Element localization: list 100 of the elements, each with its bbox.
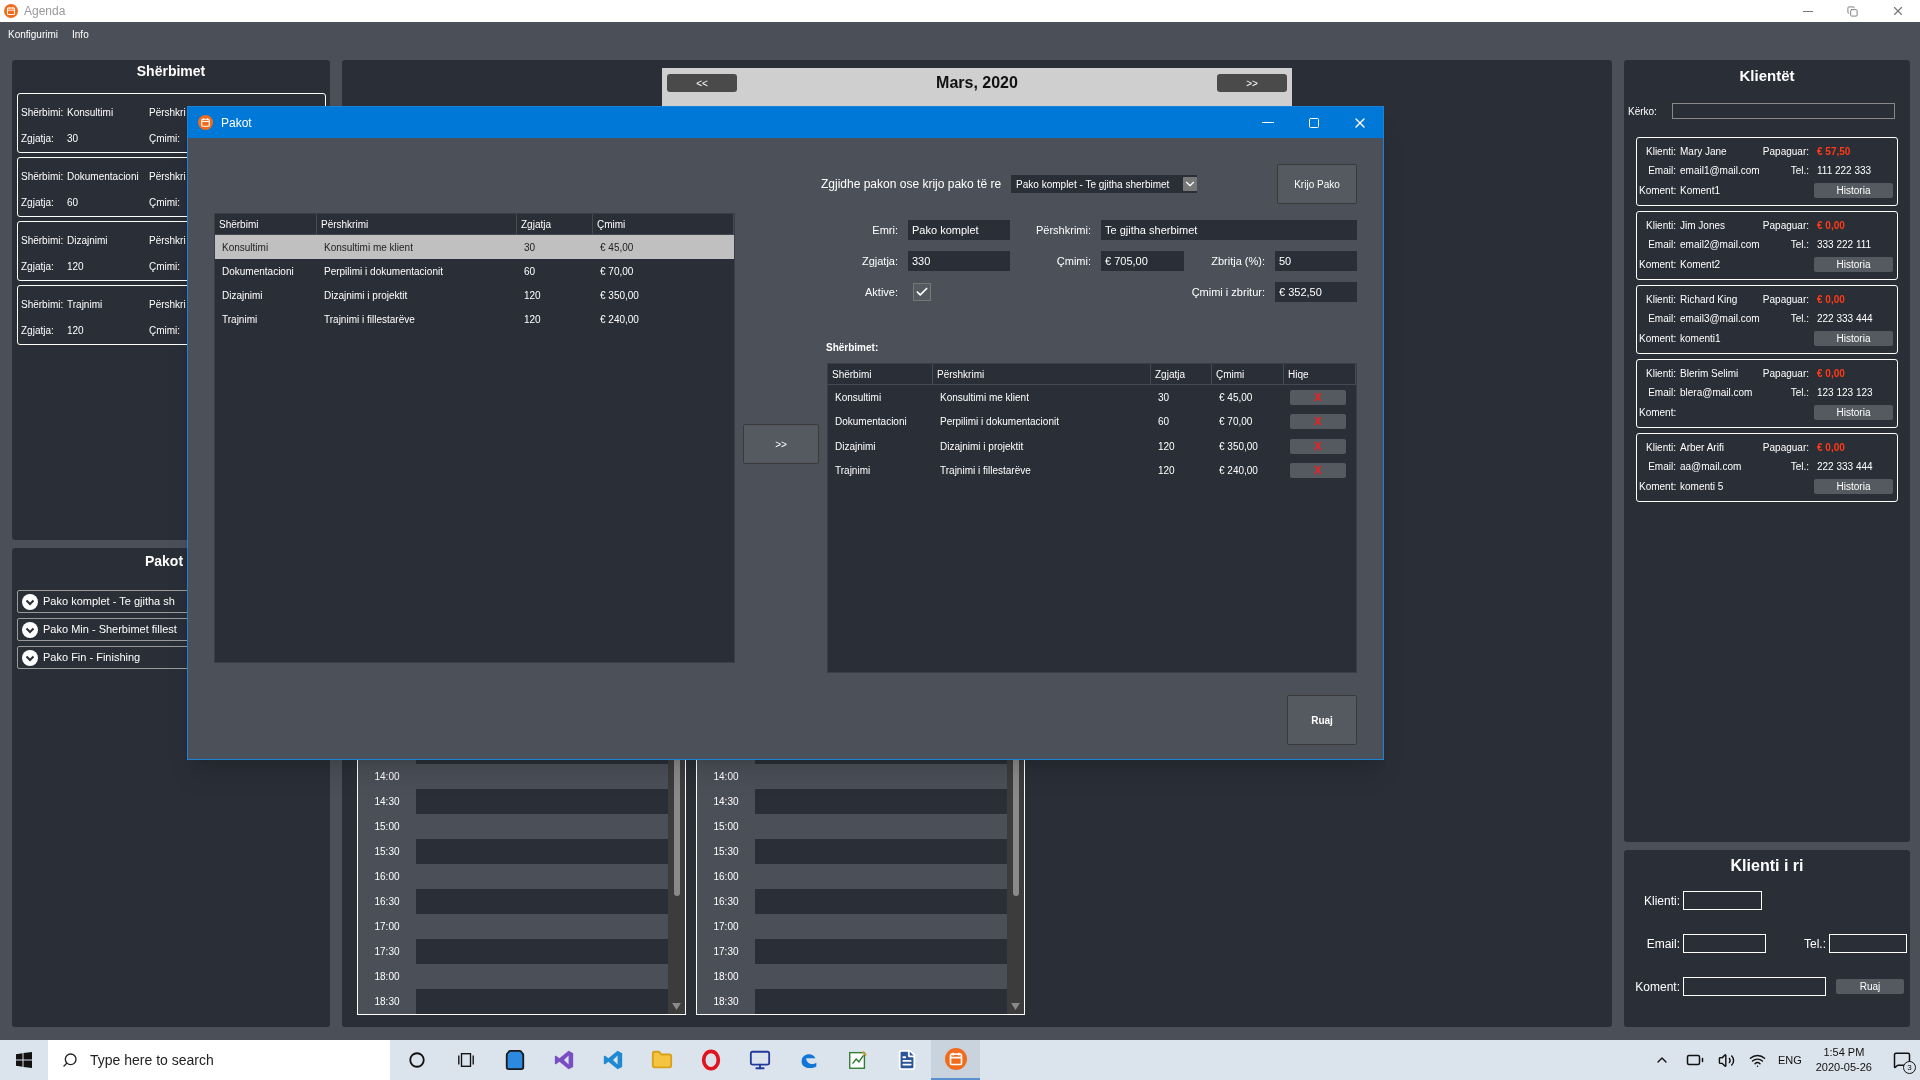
volume-icon[interactable] <box>1717 1051 1735 1069</box>
search-field[interactable]: Type here to search <box>48 1040 390 1080</box>
field-label: Shërbimi: <box>21 105 65 120</box>
table-cell-text: Konsultimi me klient <box>323 240 414 255</box>
clock[interactable]: 1:54 PM 2020-05-26 <box>1815 1045 1872 1075</box>
time-label: 18:00 <box>697 964 755 989</box>
field-label: Klienti: <box>1645 441 1676 455</box>
field-label: Email: <box>1647 312 1676 326</box>
discount-field[interactable]: 50 <box>1275 251 1357 271</box>
table-cell-text: Dokumentacioni <box>221 264 295 279</box>
notification-button[interactable]: 3 <box>1884 1040 1920 1080</box>
time-label: 18:30 <box>358 989 416 1014</box>
field-label: Koment: <box>1639 406 1676 420</box>
column-header[interactable]: Përshkrimi <box>933 364 1151 384</box>
field-value: Koment1 <box>1680 184 1721 198</box>
table-cell-text: € 45,00 <box>599 240 635 255</box>
previous-month-button[interactable]: << <box>667 74 737 92</box>
maximize-icon <box>1308 116 1320 129</box>
table-cell-text: 120 <box>523 288 542 303</box>
field-label: Papaguar: <box>1761 219 1809 233</box>
field-label: Papaguar: <box>1761 367 1809 381</box>
client-name-field[interactable] <box>1683 891 1762 910</box>
table-row[interactable]: Dizajnimi Dizajnimi i projektit 120 € 350,00 <box>215 283 734 307</box>
field-label: Përshkri <box>149 169 186 184</box>
field-label: Papaguar: <box>1761 293 1809 307</box>
history-button[interactable]: Historia <box>1814 331 1893 346</box>
column-header[interactable]: Shërbimi <box>828 364 933 384</box>
column-header[interactable]: Shërbimi <box>215 214 317 234</box>
comment-field[interactable] <box>1683 977 1826 996</box>
search-label: Kërko: <box>1628 104 1658 119</box>
field-value: 120 <box>67 259 85 274</box>
field-label: Klienti: <box>1645 219 1676 233</box>
scroll-down-icon[interactable] <box>672 1003 681 1010</box>
table-row[interactable]: Konsultimi Konsultimi me klient 30 € 45,00 <box>215 235 734 259</box>
field-label: Shërbimi: <box>21 233 65 248</box>
table-cell-text: € 350,00 <box>1218 439 1259 454</box>
time-label: 17:00 <box>358 914 416 939</box>
field-label: Papaguar: <box>1761 145 1809 159</box>
column-header[interactable]: Zgjatja <box>1151 364 1212 384</box>
table-cell-text: Konsultimi me klient <box>939 390 1030 405</box>
field-value: Blerim Selimi <box>1680 367 1740 381</box>
field-label: Koment: <box>1639 480 1676 494</box>
column-header[interactable]: Hiqe <box>1284 364 1356 384</box>
active-checkbox[interactable] <box>913 283 931 301</box>
column-header[interactable]: Çmimi <box>593 214 734 234</box>
table-cell-text: Perpilimi i dokumentacionit <box>939 415 1060 430</box>
field-label: Koment: <box>1639 332 1676 346</box>
chevron-circle-icon <box>22 649 38 666</box>
menu-item[interactable]: Info <box>65 26 96 42</box>
menu-item[interactable]: Konfigurimi <box>1 26 66 42</box>
language-indicator[interactable]: ENG <box>1777 1051 1802 1069</box>
price-field[interactable]: € 705,00 <box>1101 251 1184 271</box>
field-label: Tel.: <box>1789 460 1809 474</box>
scroll-down-icon[interactable] <box>1011 1003 1020 1010</box>
name-field[interactable]: Pako komplet <box>908 220 1010 240</box>
table-cell-text: € 70,00 <box>1218 415 1254 430</box>
history-button[interactable]: Historia <box>1814 479 1893 494</box>
table-cell-text: Perpilimi i dokumentacionit <box>323 264 444 279</box>
description-field[interactable]: Te gjitha sherbimet <box>1101 220 1357 240</box>
next-month-button[interactable]: >> <box>1217 74 1287 92</box>
save-client-button[interactable]: Ruaj <box>1836 979 1904 994</box>
duration-field[interactable]: 330 <box>908 251 1010 271</box>
table-cell-text: € 240,00 <box>1218 464 1259 479</box>
task-view-icon <box>456 1051 475 1069</box>
field-label: Përshkri <box>149 105 186 120</box>
field-value: Mary Jane <box>1680 145 1728 159</box>
field-value: komenti1 <box>1680 332 1721 346</box>
field-label: Klienti: <box>1642 892 1680 910</box>
field-label: Përshkri <box>149 297 186 312</box>
create-package-button[interactable]: Krijo Pako <box>1277 164 1357 204</box>
discounted-price-field[interactable]: € 352,50 <box>1275 282 1357 302</box>
table-cell-text: Trajnimi i fillestarëve <box>939 464 1032 479</box>
time-label: 16:30 <box>697 889 755 914</box>
history-button[interactable]: Historia <box>1814 257 1893 272</box>
save-button[interactable]: Ruaj <box>1287 695 1357 745</box>
table-row[interactable]: Dokumentacioni Perpilimi i dokumentacionit 60 € 70,00 <box>215 259 734 283</box>
package-dropdown[interactable]: Pako komplet - Te gjitha sherbimet <box>1011 175 1198 193</box>
field-value: Arber Arifi <box>1680 441 1725 455</box>
check-icon <box>915 285 929 299</box>
phone-field[interactable] <box>1829 934 1907 953</box>
panel-title: Klientët <box>1738 66 1796 86</box>
ribbon-icon <box>601 1049 624 1071</box>
section-label: Shërbimet: <box>826 341 880 355</box>
field-label: Aktive: <box>864 284 898 300</box>
column-header[interactable]: Çmimi <box>1212 364 1284 384</box>
history-button[interactable]: Historia <box>1814 183 1893 198</box>
add-button[interactable]: >> <box>743 424 819 464</box>
field-value: Koment2 <box>1680 258 1721 272</box>
column-header[interactable]: Zgjatja <box>517 214 593 234</box>
table-row[interactable]: Trajnimi Trajnimi i fillestarëve 120 € 240,00 <box>215 307 734 331</box>
history-button[interactable]: Historia <box>1814 405 1893 420</box>
email-field[interactable] <box>1683 934 1766 953</box>
field-label: Zgjatja: <box>21 259 55 274</box>
chevron-circle-icon <box>22 621 38 638</box>
field-label: Email: <box>1647 238 1676 252</box>
column-header[interactable]: Përshkrimi <box>317 214 517 234</box>
time-label: 16:00 <box>358 864 416 889</box>
time-label: 15:00 <box>697 814 755 839</box>
search-field[interactable] <box>1672 103 1895 119</box>
field-label: Tel.: <box>1789 312 1809 326</box>
